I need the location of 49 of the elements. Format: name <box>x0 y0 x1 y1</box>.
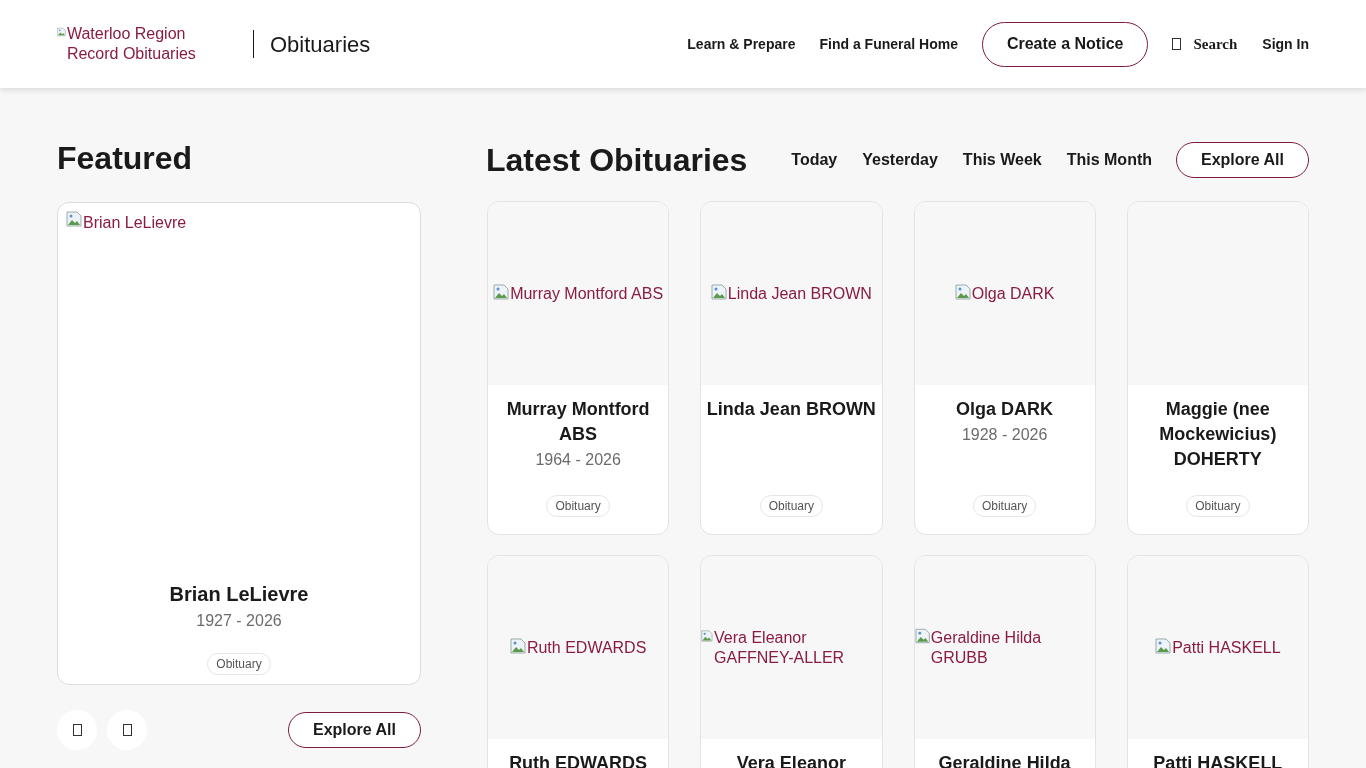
image-alt-text: Patti HASKELL <box>1172 637 1281 658</box>
broken-image-icon <box>701 627 714 644</box>
obituary-name: Maggie (nee Mockewicius) DOHERTY <box>1158 398 1278 471</box>
search-button[interactable]: Search <box>1172 32 1238 56</box>
image-alt-text: Geraldine Hilda GRUBB <box>930 627 1043 668</box>
nav-link[interactable]: Find a Funeral Home <box>819 33 958 55</box>
obituary-name: Linda Jean BROWN <box>705 398 877 421</box>
image-alt-text: Ruth EDWARDS <box>526 637 647 658</box>
broken-image-icon <box>66 211 82 227</box>
obituary-name: Olga DARK <box>955 398 1055 421</box>
explore-all-button[interactable]: Explore All <box>1176 142 1309 178</box>
section-heading: Featured <box>57 142 194 178</box>
obituary-card[interactable]: Maggie (nee Mockewicius) DOHERTY Obituary <box>1126 201 1309 535</box>
broken-image-icon <box>509 637 526 654</box>
broken-image-icon <box>57 24 66 40</box>
broken-image-icon <box>914 627 930 644</box>
obituary-years: 1927 - 2026 <box>196 611 282 631</box>
obituary-card[interactable]: Linda Jean BROWN Linda Jean BROWN Obituary <box>700 201 883 535</box>
obituary-card[interactable]: Olga DARK Olga DARK 1928 - 2026 Obituary <box>913 201 1096 535</box>
missing-glyph-icon <box>1172 38 1182 50</box>
next-button[interactable] <box>107 710 147 750</box>
missing-glyph-icon <box>72 724 82 736</box>
broken-image-icon <box>1155 637 1172 654</box>
image-alt-text: Olga DARK <box>971 283 1055 304</box>
nav-link[interactable]: Learn & Prepare <box>687 33 796 55</box>
filter-tab[interactable]: This Month <box>1066 148 1152 172</box>
image-alt-text: Murray Montford ABS <box>510 283 664 304</box>
section-title: Obituaries <box>270 30 371 59</box>
image-alt-text: Brian LeLievre <box>83 213 187 233</box>
broken-image-icon <box>710 283 727 300</box>
missing-glyph-icon <box>122 724 132 736</box>
previous-button[interactable] <box>57 710 97 750</box>
image-alt-text: Vera Eleanor GAFFNEY-ALLER <box>714 627 846 668</box>
image-alt-text: Linda Jean BROWN <box>727 283 872 304</box>
obituary-years: 1964 - 2026 <box>535 450 621 470</box>
obituary-card[interactable]: Brian LeLievre Brian LeLievre 1927 - 2026 Obituary <box>57 202 421 685</box>
logo-link[interactable]: Waterloo Region Record Obituaries <box>57 24 207 64</box>
filter-tab[interactable]: This Week <box>962 148 1042 172</box>
broken-image-icon <box>954 283 971 300</box>
broken-image-icon <box>493 283 510 300</box>
obituary-card[interactable]: Murray Montford ABS Murray Montford ABS 1964 - 2026 Obituary <box>487 201 670 535</box>
obituary-years: 1928 - 2026 <box>961 425 1048 445</box>
explore-all-button[interactable]: Explore All <box>288 712 421 748</box>
sign-in-link[interactable]: Sign In <box>1262 33 1309 55</box>
obituary-name: Brian LeLievre <box>169 582 309 607</box>
filter-tab[interactable]: Today <box>791 148 838 172</box>
filter-tab[interactable]: Yesterday <box>862 148 938 172</box>
section-heading: Latest Obituaries <box>486 144 748 176</box>
obituary-name: Murray Montford ABS <box>505 398 651 446</box>
